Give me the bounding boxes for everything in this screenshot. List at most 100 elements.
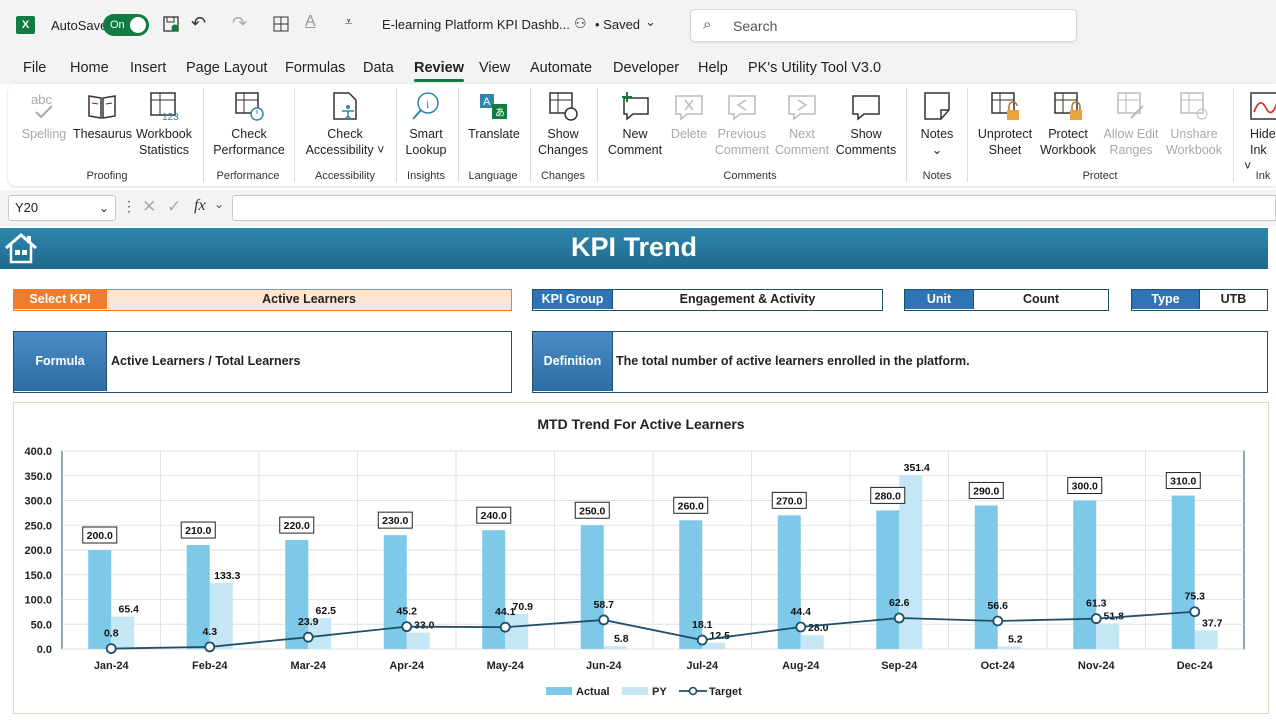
py-bar	[505, 613, 529, 649]
unit-field: Unit Count	[904, 289, 1109, 311]
translate-button[interactable]: Aあ Translate	[465, 90, 523, 142]
definition-value: The total number of active learners enro…	[612, 332, 1267, 391]
workbook-statistics-button[interactable]: 123 Workbook Statistics	[133, 90, 195, 158]
target-data-label: 4.3	[202, 626, 217, 638]
check-perf-label-1: Check	[231, 127, 267, 141]
legend-actual-label: Actual	[576, 686, 610, 698]
title-bar: X AutoSave On ↶ ↷ A ⩡ E-learning Platfor…	[0, 0, 1276, 52]
redo-icon[interactable]: ↷	[232, 13, 247, 34]
kpi-group-label: KPI Group	[533, 290, 612, 309]
target-data-label: 56.6	[988, 600, 1009, 612]
menu-insert[interactable]: Insert	[130, 60, 166, 76]
legend-py-swatch	[622, 687, 648, 695]
undo-icon[interactable]: ↶	[191, 13, 206, 34]
py-bar	[1194, 630, 1218, 649]
py-bar	[1096, 623, 1120, 649]
py-bar	[800, 635, 824, 649]
kpi-group-value: Engagement & Activity	[612, 290, 882, 309]
select-kpi-field[interactable]: Select KPI Active Learners	[13, 289, 512, 311]
kpi-group-field: KPI Group Engagement & Activity	[532, 289, 883, 311]
thesaurus-button[interactable]: Thesaurus	[73, 90, 132, 142]
menu-view[interactable]: View	[479, 60, 510, 76]
target-point	[1090, 613, 1102, 625]
next-comment-button[interactable]: Next Comment	[774, 90, 830, 158]
menu-home[interactable]: Home	[70, 60, 109, 76]
select-kpi-value[interactable]: Active Learners	[106, 290, 511, 309]
insert-function-button[interactable]: fx	[194, 197, 206, 215]
group-insights: Insights	[407, 170, 445, 182]
y-tick-label: 300.0	[24, 496, 52, 508]
enter-icon[interactable]: ✓	[167, 197, 181, 217]
previous-comment-button[interactable]: Previous Comment	[712, 90, 772, 158]
target-data-label: 23.9	[298, 616, 319, 628]
group-ink: Ink	[1255, 170, 1271, 182]
chart-container[interactable]: MTD Trend For Active Learners 0.0 50.0 100.…	[13, 402, 1269, 714]
show-changes-button[interactable]: Show Changes	[536, 90, 590, 158]
x-tick-label: May-24	[487, 660, 525, 672]
dashboard-banner: KPI Trend	[0, 228, 1268, 269]
definition-card: Definition The total number of active le…	[532, 331, 1268, 393]
py-data-label: 133.3	[214, 570, 240, 582]
check-accessibility-button[interactable]: Check Accessibility ˅	[300, 90, 390, 158]
check-performance-button[interactable]: Check Performance	[210, 90, 288, 158]
svg-text:A: A	[483, 96, 491, 108]
menu-review[interactable]: Review	[414, 60, 464, 82]
delete-comment-button[interactable]: Delete	[668, 90, 710, 142]
notes-button[interactable]: Notes ⌄	[912, 90, 962, 158]
search-box[interactable]: ⌕ Search	[690, 9, 1077, 42]
x-tick-label: Jun-24	[586, 660, 622, 672]
check-access-label-2: Accessibility ˅	[305, 143, 385, 157]
excel-logo-icon[interactable]: X	[16, 16, 35, 34]
formula-input[interactable]	[232, 195, 1276, 221]
actual-data-label: 210.0	[185, 525, 211, 537]
group-language: Language	[468, 170, 518, 182]
saved-status[interactable]: • Saved	[595, 17, 640, 32]
new-comment-icon	[622, 92, 649, 121]
show-comments-button[interactable]: Show Comments	[834, 90, 898, 158]
menu-file[interactable]: File	[23, 60, 46, 76]
hide-ink-button[interactable]: Hide Ink ˅	[1244, 90, 1276, 174]
fx-chevron-icon[interactable]: ⌄	[214, 197, 224, 211]
customize-toolbar-icon[interactable]: ⩡	[345, 14, 352, 30]
target-data-label: 44.4	[791, 606, 812, 618]
menu-automate[interactable]: Automate	[530, 60, 592, 76]
menu-help[interactable]: Help	[698, 60, 728, 76]
ribbon-separator	[597, 88, 598, 182]
menu-page-layout[interactable]: Page Layout	[186, 60, 267, 76]
translate-label: Translate	[468, 127, 520, 141]
name-box-value: Y20	[15, 200, 39, 215]
x-tick-label: Aug-24	[782, 660, 820, 672]
x-tick-label: Mar-24	[291, 660, 327, 672]
menu-pk-utility[interactable]: PK's Utility Tool V3.0	[748, 60, 881, 76]
autosave-toggle[interactable]: On	[103, 14, 149, 36]
cancel-icon[interactable]: ✕	[142, 197, 156, 217]
menu-formulas[interactable]: Formulas	[285, 60, 345, 76]
new-comment-button[interactable]: New Comment	[603, 90, 667, 158]
menu-data[interactable]: Data	[363, 60, 394, 76]
notes-chevron-icon: ⌄	[931, 143, 943, 157]
font-color-icon[interactable]: A	[305, 13, 316, 31]
more-options-icon[interactable]: ⋮	[122, 198, 136, 215]
allow-edit-ranges-button[interactable]: Allow Edit Ranges	[1100, 90, 1162, 158]
borders-icon[interactable]	[273, 16, 289, 32]
unshare-workbook-button[interactable]: Unshare Workbook	[1163, 90, 1225, 158]
actual-data-label: 250.0	[579, 505, 605, 517]
x-tick-label: Nov-24	[1078, 660, 1116, 672]
y-tick-label: 200.0	[24, 545, 52, 557]
spelling-button[interactable]: abc Spelling	[18, 90, 70, 142]
formula-card: Formula Active Learners / Total Learners	[13, 331, 512, 393]
smart-lookup-button[interactable]: i Smart Lookup	[401, 90, 451, 158]
delete-comment-icon	[675, 95, 703, 121]
name-box[interactable]: Y20 ⌄	[8, 195, 116, 221]
protect-workbook-button[interactable]: Protect Workbook	[1037, 90, 1099, 158]
unit-value: Count	[973, 290, 1108, 309]
saved-chevron-icon[interactable]: ⌄	[645, 14, 656, 30]
type-value: UTB	[1199, 290, 1267, 309]
x-tick-label: Sep-24	[881, 660, 918, 672]
save-icon[interactable]	[162, 15, 180, 33]
document-title: E-learning Platform KPI Dashb...	[382, 17, 570, 32]
actual-bar	[1171, 495, 1195, 649]
coauthor-icon[interactable]: ⚇	[574, 15, 587, 32]
unprotect-sheet-button[interactable]: Unprotect Sheet	[973, 90, 1037, 158]
menu-developer[interactable]: Developer	[613, 60, 679, 76]
